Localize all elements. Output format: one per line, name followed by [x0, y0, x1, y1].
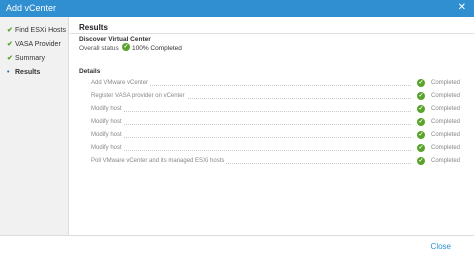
window-titlebar: Add vCenter ✕ — [0, 0, 474, 17]
bullet-icon: • — [7, 68, 10, 76]
detail-row: Add VMware vCenter ✓ Completed — [91, 79, 461, 89]
details-section-title: Details — [79, 68, 101, 75]
discover-section-title: Discover Virtual Center — [79, 36, 151, 43]
step-label: VASA Provider — [15, 40, 61, 48]
detail-result: Completed — [431, 106, 461, 112]
detail-result: Completed — [431, 119, 461, 125]
dialog-footer: Close — [0, 235, 474, 261]
detail-label: Add VMware vCenter — [91, 80, 151, 86]
detail-label: Poll VMware vCenter and its managed ESXi… — [91, 158, 227, 164]
detail-row: Modify host ✓ Completed — [91, 105, 461, 115]
check-circle-icon: ✓ — [417, 157, 425, 165]
page-title: Results — [79, 23, 108, 32]
step-label: Summary — [15, 54, 45, 62]
detail-row: Register VASA provider on vCenter ✓ Comp… — [91, 92, 461, 102]
check-circle-icon: ✓ — [417, 118, 425, 126]
step-label: Find ESXi Hosts — [15, 26, 66, 34]
detail-row: Modify host ✓ Completed — [91, 131, 461, 141]
overall-status-label: Overall status — [79, 45, 119, 52]
detail-row: Poll VMware vCenter and its managed ESXi… — [91, 157, 461, 167]
overall-status-value: 100% Completed — [132, 45, 182, 52]
detail-label: Modify host — [91, 132, 124, 138]
detail-label: Modify host — [91, 145, 124, 151]
detail-result: Completed — [431, 132, 461, 138]
check-icon: ✔ — [7, 27, 13, 34]
divider — [70, 33, 474, 34]
step-summary[interactable]: ✔ Summary — [7, 52, 45, 64]
check-circle-icon: ✓ — [417, 79, 425, 87]
dotted-leader — [95, 111, 411, 112]
window-title: Add vCenter — [6, 3, 57, 13]
check-circle-icon: ✓ — [417, 105, 425, 113]
dotted-leader — [95, 124, 411, 125]
check-circle-icon: ✓ — [122, 43, 130, 51]
detail-result: Completed — [431, 158, 461, 164]
detail-row: Modify host ✓ Completed — [91, 118, 461, 128]
dotted-leader — [95, 137, 411, 138]
detail-label: Register VASA provider on vCenter — [91, 93, 187, 99]
check-circle-icon: ✓ — [417, 144, 425, 152]
step-results[interactable]: • Results — [7, 66, 40, 78]
detail-label: Modify host — [91, 106, 124, 112]
check-circle-icon: ✓ — [417, 131, 425, 139]
dotted-leader — [95, 150, 411, 151]
wizard-steps-sidebar: ✔ Find ESXi Hosts ✔ VASA Provider ✔ Summ… — [0, 17, 69, 235]
check-icon: ✔ — [7, 55, 13, 62]
step-find-esxi-hosts[interactable]: ✔ Find ESXi Hosts — [7, 24, 66, 36]
results-panel: Results Discover Virtual Center Overall … — [70, 17, 474, 235]
step-label: Results — [15, 68, 41, 76]
close-button[interactable]: Close — [431, 242, 451, 251]
detail-result: Completed — [431, 145, 461, 151]
detail-row: Modify host ✓ Completed — [91, 144, 461, 154]
detail-result: Completed — [431, 93, 461, 99]
close-icon[interactable]: ✕ — [458, 2, 466, 14]
detail-label: Modify host — [91, 119, 124, 125]
check-circle-icon: ✓ — [417, 92, 425, 100]
step-vasa-provider[interactable]: ✔ VASA Provider — [7, 38, 61, 50]
detail-result: Completed — [431, 80, 461, 86]
check-icon: ✔ — [7, 41, 13, 48]
